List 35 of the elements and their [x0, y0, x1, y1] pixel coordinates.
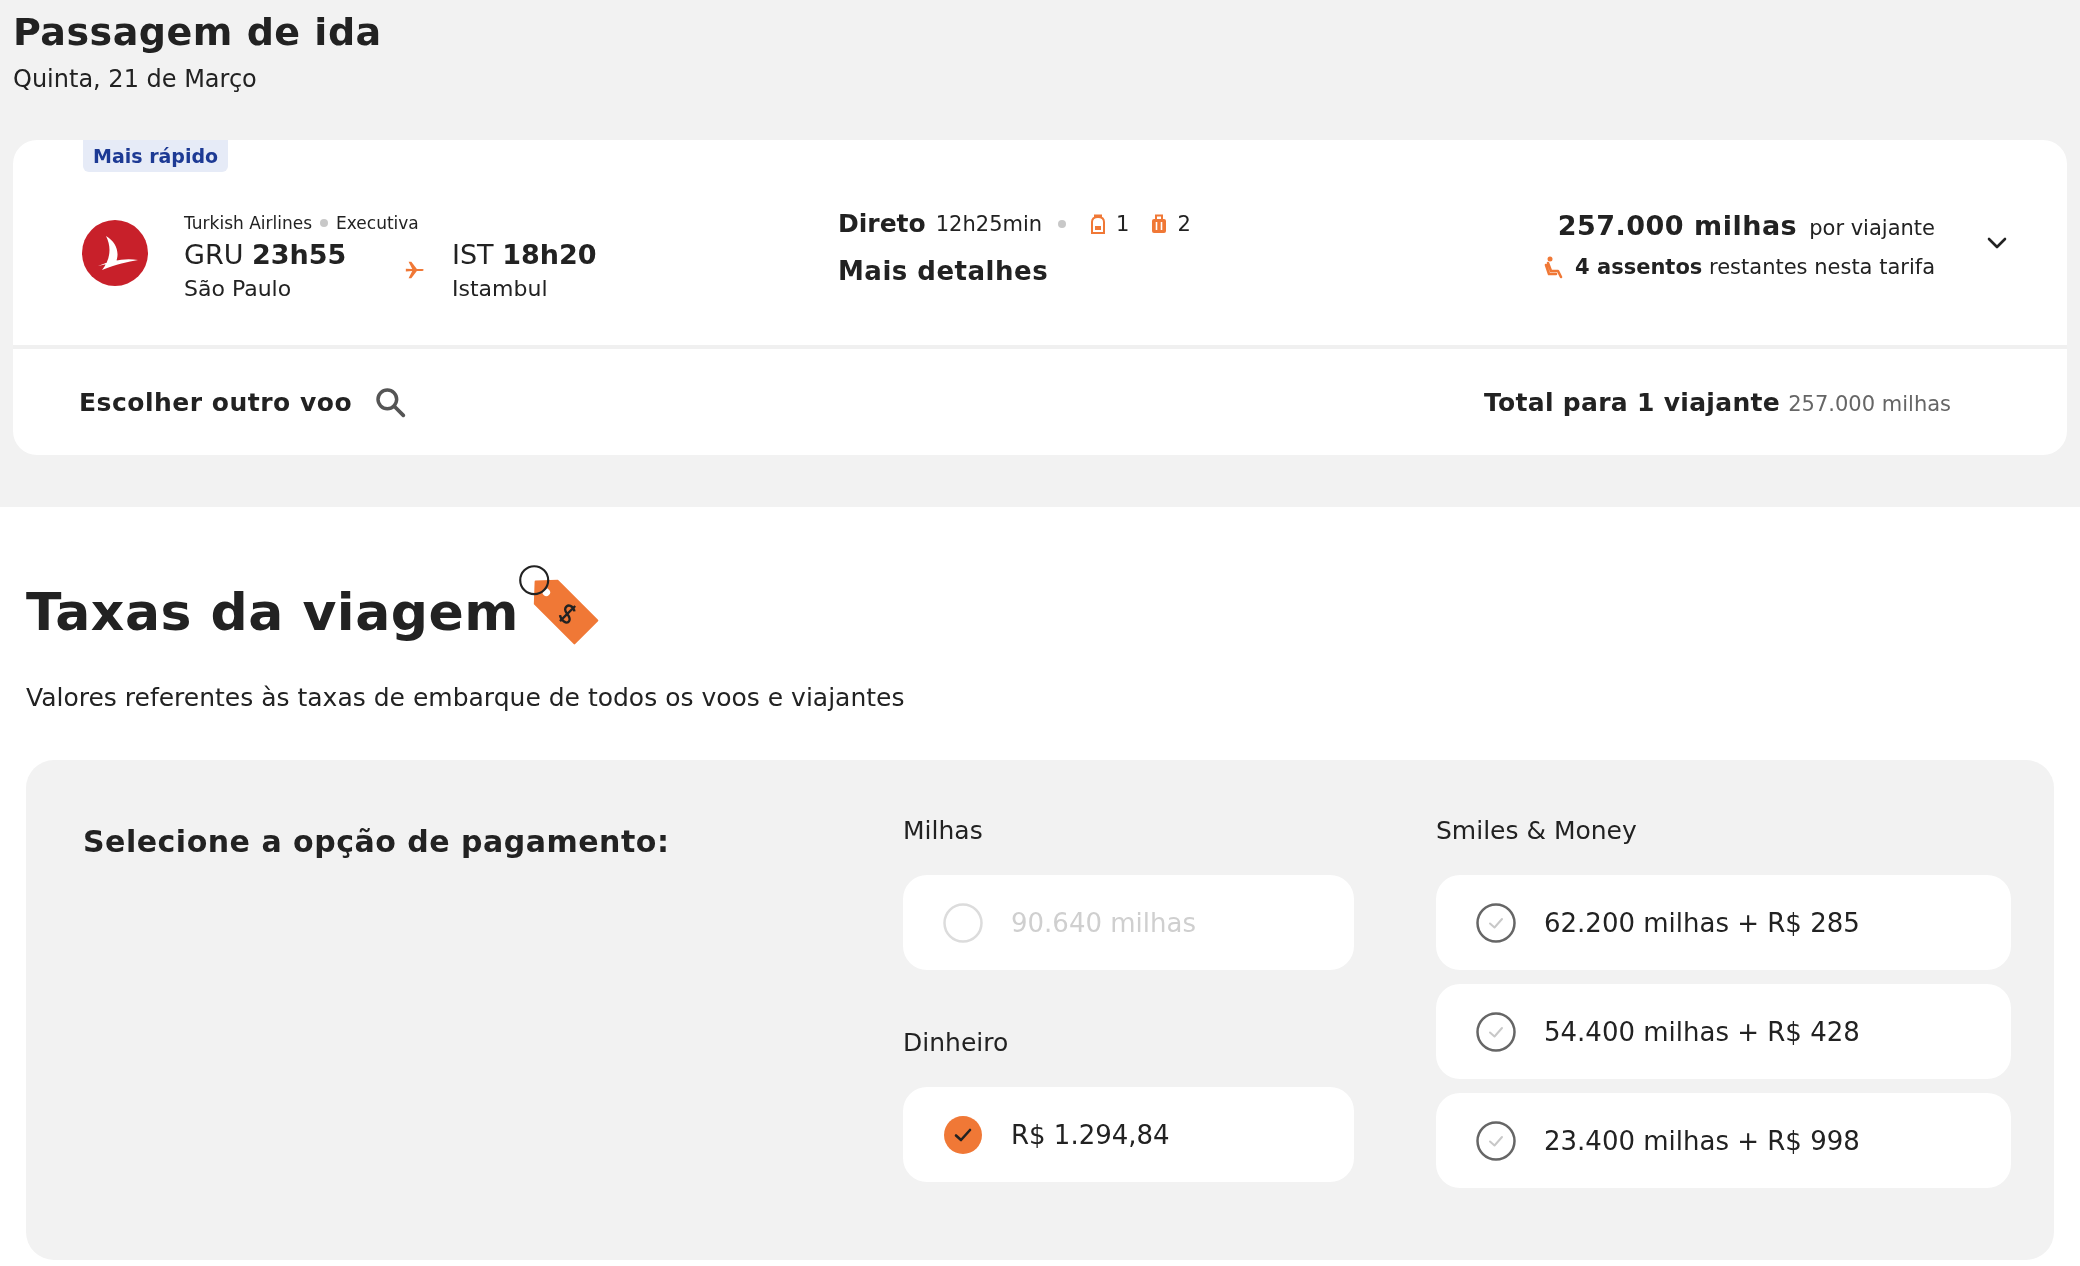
option-group-label: Dinheiro: [903, 1028, 1010, 1057]
price-miles: 257.000 milhas: [1557, 210, 1798, 241]
section-subtitle: Valores referentes às taxas de embarque de todos os voos e viajantes: [26, 683, 906, 712]
search-icon: [374, 386, 407, 418]
carry-on-count: 1: [1116, 211, 1130, 236]
total-price: Total para 1 viajante 257.000 milhas: [1484, 387, 1951, 417]
fastest-badge: Mais rápido: [83, 140, 229, 172]
airline-name: Turkish Airlines: [184, 212, 313, 233]
cabin-class: Executiva: [336, 212, 419, 233]
checked-bag-count: 2: [1177, 211, 1191, 236]
arrival-city: Istambul: [452, 275, 549, 301]
arrival-time: IST 18h20: [452, 238, 597, 270]
more-details-link[interactable]: Mais detalhes: [838, 256, 1049, 286]
seats-remaining: 4 assentos restantes nesta tarifa: [1575, 255, 1935, 279]
price-unit: por viajante: [1809, 216, 1935, 240]
section-title: Taxas da viagem: [26, 581, 519, 644]
payment-option[interactable]: 23.400 milhas + R$ 998: [1436, 1093, 2011, 1188]
option-group-label: Milhas: [903, 816, 984, 845]
payment-option[interactable]: 54.400 milhas + R$ 428: [1436, 984, 2011, 1079]
flight-duration: 12h25min: [935, 211, 1043, 236]
separator-dot-icon: [320, 218, 329, 227]
departure-time: GRU 23h55: [184, 238, 348, 270]
choose-other-flight-button[interactable]: Escolher outro voo: [79, 378, 407, 426]
separator-dot-icon: [1058, 219, 1067, 228]
airline-logo-icon: [82, 219, 148, 286]
flight-date: Quinta, 21 de Março: [13, 64, 258, 95]
stops-label: Direto: [838, 209, 926, 238]
option-group-label: Smiles & Money: [1436, 816, 1638, 845]
suitcase-icon: [1151, 213, 1168, 234]
page-title: Passagem de ida: [13, 9, 383, 56]
payment-option[interactable]: 62.200 milhas + R$ 285: [1436, 875, 2011, 970]
backpack-icon: [1090, 213, 1107, 234]
departure-city: São Paulo: [184, 275, 293, 301]
payment-prompt: Selecione a opção de pagamento:: [83, 824, 671, 859]
payment-option[interactable]: R$ 1.294,84: [903, 1087, 1354, 1182]
